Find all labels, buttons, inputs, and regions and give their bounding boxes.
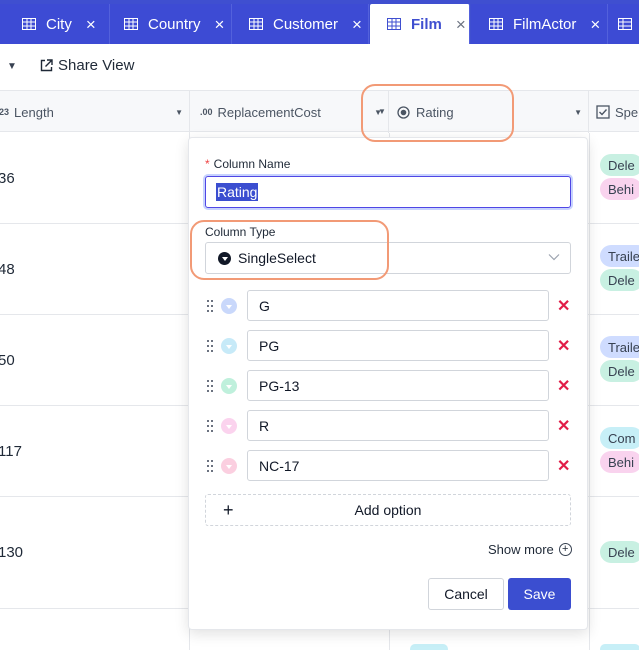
close-icon[interactable]: × — [590, 16, 600, 33]
column-label: Length — [14, 104, 54, 120]
tag-partial — [600, 644, 639, 650]
tag: Dele — [600, 541, 639, 563]
column-name-value: Rating — [216, 183, 259, 201]
option-input[interactable]: PG — [247, 330, 549, 361]
show-more-label: Show more — [488, 542, 554, 557]
required-mark: * — [205, 157, 210, 171]
plus-icon: + — [223, 500, 234, 520]
length-cell[interactable]: 130 — [0, 497, 190, 608]
plus-circle-icon: + — [558, 543, 572, 556]
column-header-special[interactable]: Spe — [589, 91, 639, 133]
option-row: R ✕ — [205, 410, 577, 442]
grid-icon — [618, 18, 632, 30]
tag: Behi — [600, 178, 639, 200]
show-more-button[interactable]: Show more + — [488, 542, 572, 557]
highlight-column-type — [190, 220, 389, 280]
length-cell[interactable]: 117 — [0, 406, 190, 496]
option-row: G ✕ — [205, 290, 577, 322]
grid-icon — [124, 18, 138, 30]
length-cell[interactable]: 50 — [0, 315, 190, 405]
option-input[interactable]: R — [247, 410, 549, 441]
option-row: NC-17 ✕ — [205, 450, 577, 482]
delete-option-icon[interactable]: ✕ — [557, 416, 570, 436]
length-cell[interactable] — [0, 609, 190, 650]
close-icon[interactable]: × — [352, 16, 362, 33]
grid-icon — [489, 18, 503, 30]
grid-icon — [387, 18, 401, 30]
color-swatch-icon[interactable] — [221, 378, 237, 394]
tab-bar: City × Country × Customer × Film × FilmA… — [0, 0, 639, 44]
tag: Traile — [600, 245, 639, 267]
checklist-icon — [596, 105, 610, 119]
number-icon: 123 — [0, 107, 10, 117]
grid-icon — [22, 18, 36, 30]
grid-icon — [249, 18, 263, 30]
grid-header: 123 Length ▼ .00 ReplacementCost ▼ Ratin… — [0, 90, 639, 133]
tab-filmactor[interactable]: FilmActor × — [471, 4, 608, 44]
color-swatch-icon[interactable] — [221, 338, 237, 354]
chevron-down-icon[interactable]: ▼ — [574, 108, 582, 117]
delete-option-icon[interactable]: ✕ — [557, 456, 570, 476]
drag-handle-icon[interactable] — [207, 300, 213, 312]
chevron-down-icon[interactable]: ▼ — [7, 61, 17, 72]
close-icon[interactable]: × — [215, 16, 225, 33]
tag: Traile — [600, 336, 639, 358]
tab-label: City — [46, 15, 72, 33]
column-name-label: * Column Name — [205, 157, 291, 171]
tab-label: FilmActor — [513, 15, 577, 33]
tab-country[interactable]: Country × — [110, 4, 232, 44]
delete-option-icon[interactable]: ✕ — [557, 336, 570, 356]
external-link-icon — [40, 59, 53, 72]
column-label: ReplacementCost — [217, 104, 321, 120]
color-swatch-icon[interactable] — [221, 298, 237, 314]
tab-film[interactable]: Film × — [370, 4, 470, 44]
highlight-rating-header — [361, 84, 514, 142]
tab-label: Film — [411, 15, 442, 33]
drag-handle-icon[interactable] — [207, 420, 213, 432]
tag: Dele — [600, 269, 639, 291]
share-view-label: Share View — [58, 57, 135, 74]
option-row: PG ✕ — [205, 330, 577, 362]
option-input[interactable]: PG-13 — [247, 370, 549, 401]
tab-overflow[interactable] — [608, 4, 639, 44]
length-cell[interactable]: 48 — [0, 224, 190, 314]
tab-customer[interactable]: Customer × — [232, 4, 369, 44]
tag: Dele — [600, 154, 639, 176]
chevron-down-icon[interactable]: ▼ — [175, 108, 183, 117]
drag-handle-icon[interactable] — [207, 460, 213, 472]
chevron-down-icon — [548, 254, 560, 261]
close-icon[interactable]: × — [456, 16, 466, 33]
option-input[interactable]: NC-17 — [247, 450, 549, 481]
color-swatch-icon[interactable] — [221, 458, 237, 474]
tab-city[interactable]: City × — [0, 4, 110, 44]
tab-label: Customer — [273, 15, 339, 33]
tag: Behi — [600, 451, 639, 473]
close-icon[interactable]: × — [86, 16, 96, 33]
decimal-icon: .00 — [200, 107, 213, 117]
tag-partial — [410, 644, 448, 650]
tab-label: Country — [148, 15, 201, 33]
drag-handle-icon[interactable] — [207, 380, 213, 392]
option-row: PG-13 ✕ — [205, 370, 577, 402]
delete-option-icon[interactable]: ✕ — [557, 376, 570, 396]
option-input[interactable]: G — [247, 290, 549, 321]
save-button[interactable]: Save — [508, 578, 571, 610]
add-option-label: Add option — [354, 502, 422, 518]
column-divider — [589, 133, 590, 650]
length-cell[interactable]: 36 — [0, 133, 190, 223]
drag-handle-icon[interactable] — [207, 340, 213, 352]
add-option-button[interactable]: + Add option — [205, 494, 571, 526]
app-window: City × Country × Customer × Film × FilmA… — [0, 0, 639, 650]
column-label: Spe — [615, 104, 639, 120]
tag: Dele — [600, 360, 639, 382]
cancel-button[interactable]: Cancel — [428, 578, 504, 610]
column-header-length[interactable]: 123 Length ▼ — [0, 91, 190, 133]
color-swatch-icon[interactable] — [221, 418, 237, 434]
column-name-input[interactable]: Rating — [205, 176, 571, 208]
tag: Com — [600, 427, 639, 449]
column-header-replacementcost[interactable]: .00 ReplacementCost ▼ — [190, 91, 389, 133]
share-view-button[interactable]: Share View — [40, 57, 134, 74]
delete-option-icon[interactable]: ✕ — [557, 296, 570, 316]
